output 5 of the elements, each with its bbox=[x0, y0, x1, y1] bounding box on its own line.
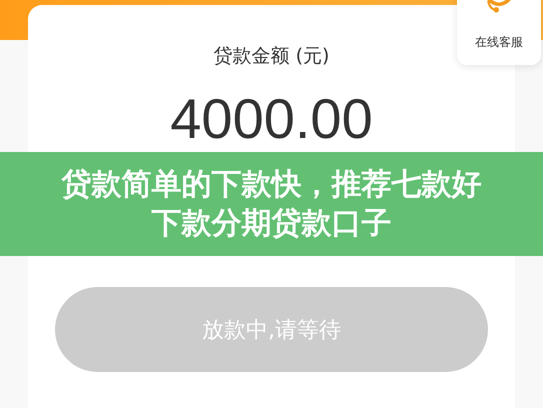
banner-title: 贷款简单的下款快，推荐七款好下款分期贷款口子 bbox=[60, 166, 482, 243]
service-label: 在线客服 bbox=[475, 34, 523, 51]
loan-amount: 4000.00 bbox=[170, 91, 373, 147]
amount-label: 贷款金额 (元) bbox=[214, 44, 330, 69]
customer-service-panel[interactable]: 在线客服 bbox=[457, 0, 541, 65]
